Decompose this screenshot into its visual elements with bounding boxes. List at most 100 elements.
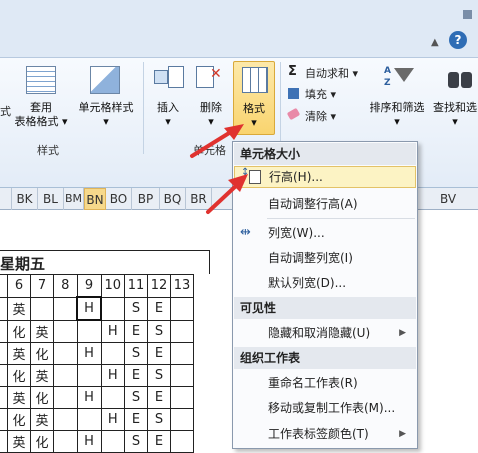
table-cell[interactable] <box>53 430 78 453</box>
table-cell[interactable] <box>76 364 102 387</box>
table-cell[interactable] <box>170 342 194 365</box>
table-cell[interactable] <box>0 430 8 453</box>
table-cell[interactable]: H <box>100 364 125 387</box>
column-header-bo[interactable]: BO <box>106 188 132 210</box>
table-cell[interactable]: H <box>76 386 102 409</box>
table-cell[interactable]: 英 <box>7 430 31 453</box>
autosum-button[interactable]: 自动求和 ▾ <box>305 65 358 81</box>
table-cell[interactable]: 化 <box>30 342 54 365</box>
help-icon[interactable]: ? <box>449 31 467 49</box>
table-cell[interactable] <box>53 364 78 387</box>
table-cell[interactable] <box>53 408 78 431</box>
table-cell[interactable] <box>170 386 194 409</box>
column-header-bm[interactable]: BM <box>64 188 84 210</box>
table-cell[interactable]: S <box>147 364 171 387</box>
column-header-bp[interactable]: BP <box>132 188 160 210</box>
table-cell[interactable]: 化 <box>30 430 54 453</box>
table-cell[interactable]: S <box>124 342 148 365</box>
menu-item-rename-sheet[interactable]: 重命名工作表(R) <box>234 372 416 394</box>
table-cell[interactable]: E <box>147 386 171 409</box>
menu-item-tab-color[interactable]: 工作表标签颜色(T) ▶ <box>234 423 416 445</box>
table-cell[interactable] <box>30 296 54 321</box>
column-header-bl[interactable]: BL <box>38 188 64 210</box>
menu-item-row-height[interactable]: ↕ 行高(H)... <box>234 166 416 188</box>
table-format-button[interactable]: 套用 表格格式 ▾ <box>12 101 70 129</box>
table-cell[interactable]: S <box>124 430 148 453</box>
table-cell[interactable] <box>170 408 194 431</box>
table-cell[interactable]: E <box>147 342 171 365</box>
minimize-ribbon-icon[interactable]: ▲ <box>431 37 439 48</box>
table-cell[interactable]: E <box>124 408 148 431</box>
table-cell[interactable] <box>0 296 8 321</box>
table-cell[interactable] <box>100 430 125 453</box>
clear-button[interactable]: 清除 ▾ <box>305 108 336 124</box>
table-cell[interactable]: 6 <box>7 274 31 298</box>
table-cell[interactable] <box>53 296 78 321</box>
table-cell[interactable]: 9 <box>76 274 102 298</box>
table-cell[interactable]: 英 <box>30 319 54 343</box>
table-cell[interactable] <box>0 408 8 431</box>
fill-button[interactable]: 填充 ▾ <box>305 86 336 102</box>
table-cell[interactable]: 英 <box>7 386 31 409</box>
cell-style-button[interactable]: 单元格样式 ▾ <box>74 101 138 129</box>
table-cell[interactable] <box>53 319 78 343</box>
insert-button[interactable]: 插入 ▾ <box>150 101 186 129</box>
table-cell[interactable]: 化 <box>7 364 31 387</box>
table-cell[interactable]: H <box>100 408 125 431</box>
table-cell[interactable] <box>53 342 78 365</box>
table-cell[interactable]: 英 <box>7 342 31 365</box>
menu-item-autofit-column[interactable]: 自动调整列宽(I) <box>234 247 416 269</box>
table-cell[interactable] <box>170 319 194 343</box>
menu-item-move-copy-sheet[interactable]: 移动或复制工作表(M)... <box>234 397 416 419</box>
table-cell[interactable] <box>0 386 8 409</box>
window-control-icon[interactable] <box>463 10 472 19</box>
menu-item-hide-unhide[interactable]: 隐藏和取消隐藏(U) ▶ <box>234 322 416 344</box>
table-cell[interactable]: 化 <box>30 386 54 409</box>
table-cell[interactable] <box>170 430 194 453</box>
table-cell[interactable] <box>0 342 8 365</box>
find-select-button[interactable]: 查找和选 ▾ <box>432 101 478 129</box>
table-cell[interactable] <box>100 386 125 409</box>
table-cell[interactable]: 12 <box>147 274 171 298</box>
table-cell[interactable]: 化 <box>7 408 31 431</box>
table-cell[interactable] <box>100 342 125 365</box>
table-cell[interactable]: 11 <box>124 274 148 298</box>
weekday-cell[interactable]: 星期五 <box>0 250 210 274</box>
selected-cell[interactable]: H <box>76 296 102 321</box>
table-cell[interactable] <box>170 296 194 321</box>
table-cell[interactable]: 英 <box>30 408 54 431</box>
table-cell[interactable]: S <box>124 296 148 321</box>
table-cell[interactable]: H <box>76 430 102 453</box>
sort-filter-button[interactable]: 排序和筛选 ▾ <box>364 101 430 129</box>
table-cell[interactable]: E <box>147 296 171 321</box>
table-cell[interactable]: 7 <box>30 274 54 298</box>
table-cell[interactable]: H <box>76 342 102 365</box>
table-cell[interactable]: S <box>124 386 148 409</box>
table-cell[interactable]: 8 <box>53 274 78 298</box>
table-cell[interactable] <box>53 386 78 409</box>
table-cell[interactable] <box>0 319 8 343</box>
column-header-bk[interactable]: BK <box>12 188 38 210</box>
column-header-bq[interactable]: BQ <box>160 188 186 210</box>
column-header-bn[interactable]: BN <box>84 188 106 210</box>
table-cell[interactable]: S <box>147 319 171 343</box>
table-cell[interactable] <box>100 296 125 321</box>
table-cell[interactable]: E <box>147 430 171 453</box>
table-cell[interactable] <box>76 408 102 431</box>
menu-item-autofit-row[interactable]: 自动调整行高(A) <box>234 193 416 215</box>
table-cell[interactable]: S <box>147 408 171 431</box>
table-cell[interactable]: 10 <box>100 274 125 298</box>
table-cell[interactable]: 化 <box>7 319 31 343</box>
column-header-bv[interactable]: BV <box>418 188 478 210</box>
table-cell[interactable]: E <box>124 319 148 343</box>
table-cell[interactable]: E <box>124 364 148 387</box>
table-cell[interactable]: 英 <box>30 364 54 387</box>
table-cell[interactable] <box>170 364 194 387</box>
table-cell[interactable]: H <box>100 319 125 343</box>
table-cell[interactable] <box>0 274 8 298</box>
table-cell[interactable]: 英 <box>7 296 31 321</box>
menu-item-column-width[interactable]: ⇹ 列宽(W)... <box>234 222 416 244</box>
table-cell[interactable] <box>0 364 8 387</box>
table-cell[interactable] <box>76 319 102 343</box>
table-cell[interactable]: 13 <box>170 274 194 298</box>
